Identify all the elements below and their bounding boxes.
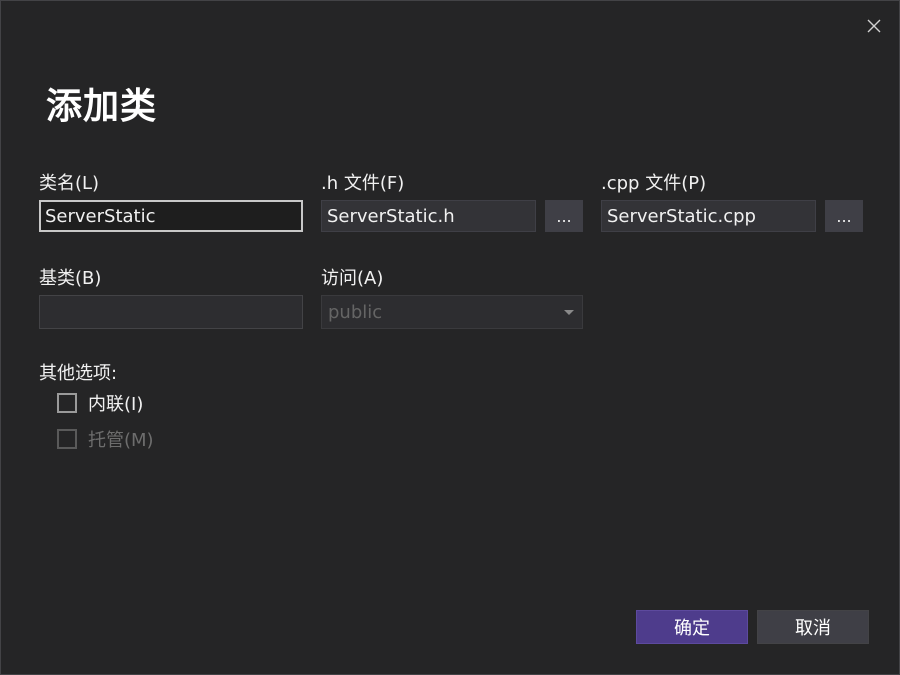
managed-checkbox-label: 托管(M) — [88, 430, 154, 451]
close-icon — [867, 19, 881, 33]
class-name-label: 类名(L) — [39, 173, 100, 194]
cancel-button[interactable]: 取消 — [757, 610, 869, 644]
h-file-label: .h 文件(F) — [321, 173, 405, 194]
cpp-file-browse-button[interactable]: ... — [825, 200, 863, 232]
base-class-label: 基类(B) — [39, 268, 102, 289]
managed-option[interactable]: 托管(M) — [57, 426, 154, 452]
ok-button[interactable]: 确定 — [636, 610, 748, 644]
other-options-label: 其他选项: — [39, 363, 118, 384]
dialog-title: 添加类 — [46, 86, 158, 127]
managed-checkbox[interactable] — [57, 429, 77, 449]
h-file-input[interactable] — [321, 200, 536, 232]
access-label: 访问(A) — [321, 268, 384, 289]
base-class-input[interactable] — [39, 295, 303, 329]
add-class-dialog: 添加类 类名(L) .h 文件(F) ... .cpp 文件(P) ... 基类… — [0, 0, 900, 675]
class-name-input[interactable] — [39, 200, 303, 232]
chevron-down-icon — [564, 310, 574, 315]
cpp-file-input[interactable] — [601, 200, 816, 232]
cpp-file-label: .cpp 文件(P) — [601, 173, 707, 194]
inline-checkbox-label: 内联(I) — [88, 394, 144, 415]
access-selected-value: public — [328, 301, 383, 323]
inline-option[interactable]: 内联(I) — [57, 390, 143, 416]
close-button[interactable] — [863, 15, 885, 37]
access-select[interactable]: public — [321, 295, 583, 329]
inline-checkbox[interactable] — [57, 393, 77, 413]
h-file-browse-button[interactable]: ... — [545, 200, 583, 232]
